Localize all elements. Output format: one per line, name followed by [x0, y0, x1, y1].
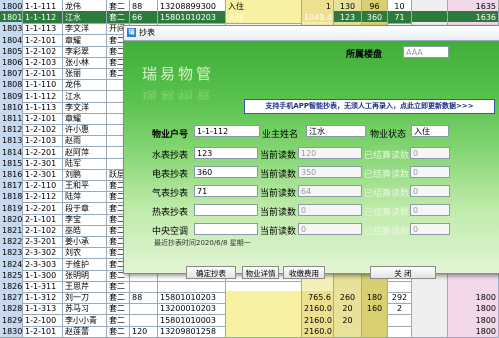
current-reading-label: 当前读数	[260, 227, 297, 237]
settled-reading-field[interactable]: 0	[410, 166, 450, 178]
meter-label: 水表抄表	[152, 151, 189, 161]
owner-label: 业主姓名	[262, 130, 299, 140]
app-icon: 瑞	[127, 28, 136, 37]
settled-reading-label: 已结算读数	[364, 189, 410, 199]
table-cell-r3	[362, 324, 388, 338]
account-label: 物业户号	[152, 130, 189, 140]
table-cell-name: 赵莲蕾	[63, 324, 107, 338]
settled-reading-label: 已结算读数	[364, 227, 410, 237]
dialog-titlebar[interactable]: 瑞 抄表	[124, 26, 499, 41]
brand-logo-reflection: 瑞易物管	[142, 88, 215, 102]
meter-input[interactable]: 71	[194, 185, 258, 197]
current-reading-label: 当前读数	[260, 170, 297, 180]
owner-field[interactable]: 江水	[306, 125, 366, 137]
table-cell-r1: 2160.0	[302, 324, 334, 338]
table-cell-r5: 1800	[448, 324, 499, 338]
building-field[interactable]: AAA	[403, 46, 449, 58]
dialog-title: 抄表	[139, 28, 155, 37]
dialog-body: 瑞易物管 瑞易物管 所属楼盘 AAA 支持手机APP智能抄表，无须人工再录入，点…	[124, 41, 499, 279]
table-cell-r2	[334, 324, 362, 338]
property-status-label: 物业状态	[370, 130, 407, 140]
meter-label: 热表抄表	[152, 208, 189, 218]
meter-input[interactable]	[194, 204, 258, 216]
close-button[interactable]: 关 闭	[370, 266, 436, 279]
building-label: 所属楼盘	[346, 50, 383, 60]
current-reading-field[interactable]: 350	[298, 166, 362, 178]
current-reading-label: 当前读数	[260, 151, 297, 161]
current-reading-label: 当前读数	[260, 208, 297, 218]
table-cell-acct: 1-2-101	[23, 324, 63, 338]
current-reading-field[interactable]: 64	[298, 185, 362, 197]
current-reading-field[interactable]: 120	[298, 147, 362, 159]
table-cell-type: 套二	[107, 324, 130, 338]
current-reading-label: 当前读数	[260, 189, 297, 199]
meter-input[interactable]: 360	[194, 166, 258, 178]
property-status-field[interactable]: 入住	[411, 125, 449, 137]
table-cell-no: 1830	[0, 324, 23, 338]
table-cell-blank	[412, 324, 448, 338]
app-update-banner[interactable]: 支持手机APP智能抄表，无须人工再录入，点此立即更新数据>>>	[244, 99, 495, 114]
meter-input[interactable]: 123	[194, 147, 258, 159]
collect-fees-button[interactable]: 收缴费用	[283, 266, 325, 279]
table-cell-n: 120	[130, 324, 158, 338]
settled-reading-label: 已结算读数	[364, 208, 410, 218]
account-field[interactable]: 1-1-112	[194, 125, 260, 137]
current-reading-field[interactable]: 0	[298, 223, 362, 235]
meter-label: 电表抄表	[152, 170, 189, 180]
confirm-reading-button[interactable]: 确定抄表	[186, 266, 236, 279]
current-reading-field[interactable]: 0	[298, 204, 362, 216]
meter-reading-dialog: 瑞 抄表 瑞易物管 瑞易物管 所属楼盘 AAA 支持手机APP智能抄表，无须人工…	[123, 25, 499, 279]
settled-reading-label: 已结算读数	[364, 170, 410, 180]
brand-logo: 瑞易物管	[142, 65, 215, 83]
settled-reading-field[interactable]: 0	[410, 185, 450, 197]
property-detail-button[interactable]: 物业详情	[242, 266, 279, 279]
settled-reading-field[interactable]: 0	[410, 204, 450, 216]
settled-reading-field[interactable]: 0	[410, 147, 450, 159]
meter-input[interactable]	[194, 223, 258, 235]
meter-label: 气表抄表	[152, 189, 189, 199]
last-read-time: 最近抄表时间2020/6/8 星期一	[154, 239, 251, 247]
table-cell-phone: 13209801258	[158, 324, 226, 338]
table-row[interactable]: 1830 1-2-101 赵莲蕾 套二 120 13209801258 2160.0 1800	[0, 324, 499, 338]
settled-reading-field[interactable]: 0	[410, 223, 450, 235]
settled-reading-label: 已结算读数	[364, 151, 410, 161]
table-cell-status	[226, 324, 302, 338]
meter-label: 中央空调	[152, 227, 189, 237]
table-cell-r4	[388, 324, 412, 338]
